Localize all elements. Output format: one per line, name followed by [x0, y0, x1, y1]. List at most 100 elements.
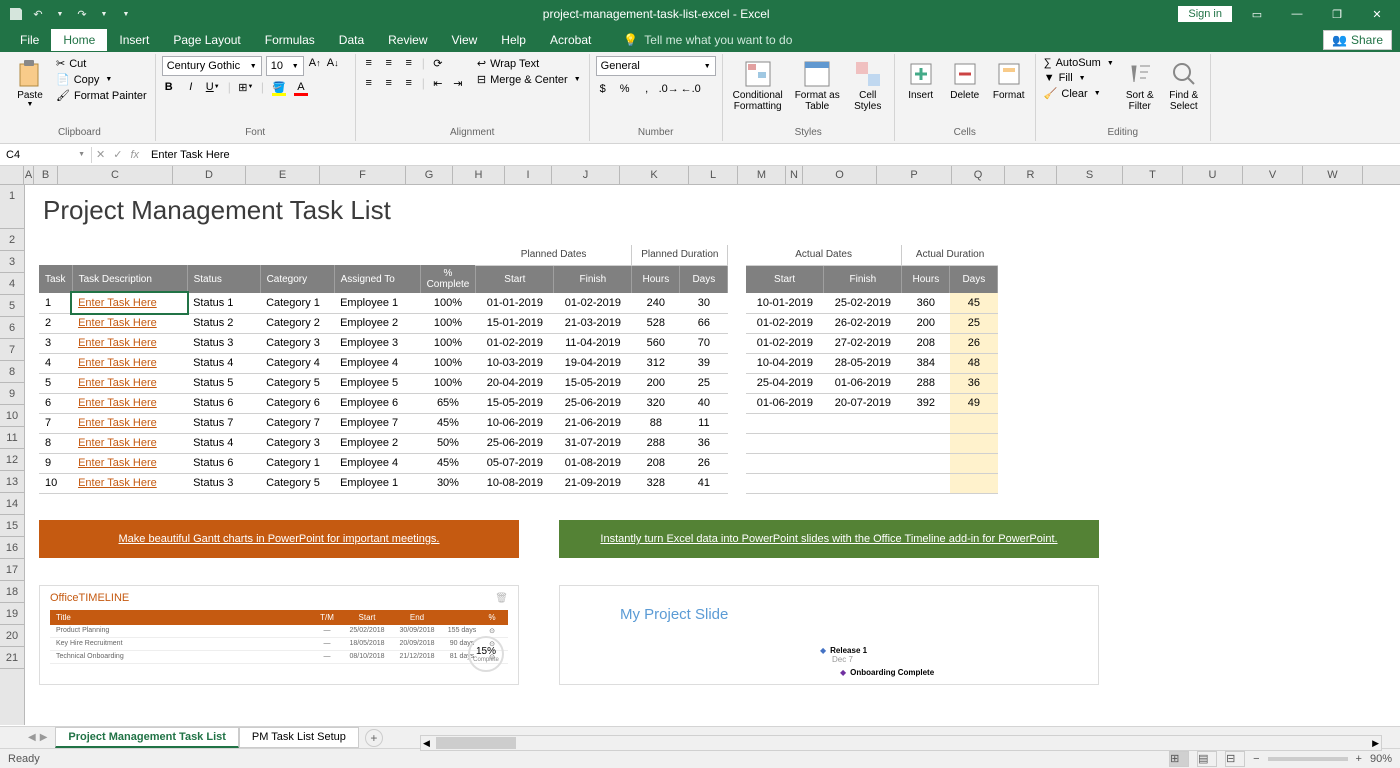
border-button[interactable]: ⊞▼ — [239, 80, 253, 94]
underline-button[interactable]: U▼ — [206, 80, 220, 94]
zoom-in-button[interactable]: + — [1356, 753, 1362, 765]
column-header[interactable]: K — [620, 166, 689, 184]
close-button[interactable]: ✕ — [1362, 8, 1392, 21]
zoom-out-button[interactable]: − — [1253, 753, 1259, 765]
sheet-tab[interactable]: PM Task List Setup — [239, 727, 359, 748]
insert-cells-button[interactable]: Insert — [901, 56, 941, 103]
scroll-thumb[interactable] — [436, 737, 516, 749]
row-header[interactable]: 10 — [0, 405, 24, 427]
task-description-cell[interactable]: Enter Task Here — [72, 293, 187, 313]
clear-button[interactable]: 🧹Clear▼ — [1042, 86, 1116, 101]
table-row[interactable]: 1Enter Task HereStatus 1Category 1Employ… — [39, 293, 998, 313]
normal-view-icon[interactable]: ⊞ — [1169, 751, 1189, 767]
task-description-cell[interactable]: Enter Task Here — [72, 313, 187, 333]
horizontal-scrollbar[interactable]: ◀ ▶ — [420, 735, 1382, 751]
row-header[interactable]: 20 — [0, 625, 24, 647]
percent-icon[interactable]: % — [618, 82, 632, 96]
column-header[interactable]: I — [505, 166, 552, 184]
ribbon-tab-acrobat[interactable]: Acrobat — [538, 29, 603, 51]
row-header[interactable]: 14 — [0, 493, 24, 515]
table-row[interactable]: 2Enter Task HereStatus 2Category 2Employ… — [39, 313, 998, 333]
row-header[interactable]: 8 — [0, 361, 24, 383]
column-header[interactable]: W — [1303, 166, 1363, 184]
task-description-cell[interactable]: Enter Task Here — [72, 353, 187, 373]
row-header[interactable]: 21 — [0, 647, 24, 669]
column-header[interactable]: P — [877, 166, 952, 184]
row-header[interactable]: 2 — [0, 229, 24, 251]
column-header[interactable]: S — [1057, 166, 1123, 184]
ribbon-tab-formulas[interactable]: Formulas — [253, 29, 327, 51]
autosum-button[interactable]: ∑AutoSum▼ — [1042, 56, 1116, 70]
fill-color-button[interactable]: 🪣 — [272, 80, 286, 94]
font-size-select[interactable]: 10▼ — [266, 56, 304, 76]
zoom-level[interactable]: 90% — [1370, 753, 1392, 765]
column-header[interactable]: R — [1005, 166, 1057, 184]
wrap-text-button[interactable]: ↩Wrap Text — [475, 56, 583, 71]
save-icon[interactable] — [8, 6, 24, 22]
cut-button[interactable]: ✂Cut — [54, 56, 149, 71]
column-header[interactable]: C — [58, 166, 173, 184]
comma-icon[interactable]: , — [640, 82, 654, 96]
column-header[interactable]: B — [34, 166, 58, 184]
task-table[interactable]: Planned DatesPlanned DurationActual Date… — [39, 245, 998, 494]
page-layout-view-icon[interactable]: ▤ — [1197, 751, 1217, 767]
select-all-corner[interactable] — [0, 166, 24, 184]
number-format-select[interactable]: General▼ — [596, 56, 716, 76]
font-name-select[interactable]: Century Gothic▼ — [162, 56, 262, 76]
ribbon-tab-file[interactable]: File — [8, 29, 51, 51]
column-header[interactable]: L — [689, 166, 738, 184]
task-description-cell[interactable]: Enter Task Here — [72, 473, 187, 493]
table-row[interactable]: 4Enter Task HereStatus 4Category 4Employ… — [39, 353, 998, 373]
qat-customize-icon[interactable]: ▼ — [118, 6, 134, 22]
task-description-cell[interactable]: Enter Task Here — [72, 373, 187, 393]
column-header[interactable]: J — [552, 166, 620, 184]
timeline-promo-button[interactable]: Instantly turn Excel data into PowerPoin… — [559, 520, 1099, 558]
tellme-input[interactable]: Tell me what you want to do — [644, 33, 792, 47]
align-top-icon[interactable]: ≡ — [362, 56, 376, 70]
decrease-decimal-icon[interactable]: ←.0 — [684, 82, 698, 96]
row-header[interactable]: 6 — [0, 317, 24, 339]
task-description-cell[interactable]: Enter Task Here — [72, 433, 187, 453]
column-header[interactable]: T — [1123, 166, 1183, 184]
column-header[interactable]: E — [246, 166, 320, 184]
increase-decimal-icon[interactable]: .0→ — [662, 82, 676, 96]
task-description-cell[interactable]: Enter Task Here — [72, 333, 187, 353]
ribbon-tab-page-layout[interactable]: Page Layout — [161, 29, 252, 51]
bold-button[interactable]: B — [162, 80, 176, 94]
cancel-formula-icon[interactable]: ✕ — [96, 148, 105, 161]
delete-cells-button[interactable]: Delete — [945, 56, 985, 103]
minimize-button[interactable]: — — [1282, 8, 1312, 20]
enter-formula-icon[interactable]: ✓ — [113, 148, 122, 161]
row-header[interactable]: 12 — [0, 449, 24, 471]
ribbon-options-icon[interactable]: ▭ — [1242, 8, 1272, 21]
task-description-cell[interactable]: Enter Task Here — [72, 393, 187, 413]
zoom-slider[interactable] — [1268, 757, 1348, 761]
sheet-nav-prev-icon[interactable]: ◀ — [28, 732, 36, 743]
ribbon-tab-review[interactable]: Review — [376, 29, 439, 51]
row-header[interactable]: 19 — [0, 603, 24, 625]
format-as-table-button[interactable]: Format as Table — [791, 56, 844, 114]
row-header[interactable]: 15 — [0, 515, 24, 537]
copy-button[interactable]: 📄Copy▼ — [54, 72, 149, 87]
sort-filter-button[interactable]: Sort & Filter — [1120, 56, 1160, 114]
table-row[interactable]: 3Enter Task HereStatus 3Category 3Employ… — [39, 333, 998, 353]
ribbon-tab-home[interactable]: Home — [51, 29, 107, 51]
fx-icon[interactable]: fx — [130, 149, 139, 161]
row-header[interactable]: 16 — [0, 537, 24, 559]
ribbon-tab-help[interactable]: Help — [489, 29, 538, 51]
merge-center-button[interactable]: ⊟Merge & Center▼ — [475, 72, 583, 87]
row-header[interactable]: 1 — [0, 185, 24, 229]
orientation-icon[interactable]: ⟳ — [431, 56, 445, 70]
indent-decrease-icon[interactable]: ⇤ — [431, 76, 445, 90]
decrease-font-icon[interactable]: A↓ — [326, 56, 340, 70]
column-header[interactable]: F — [320, 166, 406, 184]
table-row[interactable]: 6Enter Task HereStatus 6Category 6Employ… — [39, 393, 998, 413]
task-description-cell[interactable]: Enter Task Here — [72, 413, 187, 433]
row-header[interactable]: 17 — [0, 559, 24, 581]
sheet-nav-next-icon[interactable]: ▶ — [40, 732, 48, 743]
task-description-cell[interactable]: Enter Task Here — [72, 453, 187, 473]
row-header[interactable]: 18 — [0, 581, 24, 603]
font-color-button[interactable]: A — [294, 80, 308, 94]
table-row[interactable]: 5Enter Task HereStatus 5Category 5Employ… — [39, 373, 998, 393]
conditional-formatting-button[interactable]: Conditional Formatting — [729, 56, 787, 114]
